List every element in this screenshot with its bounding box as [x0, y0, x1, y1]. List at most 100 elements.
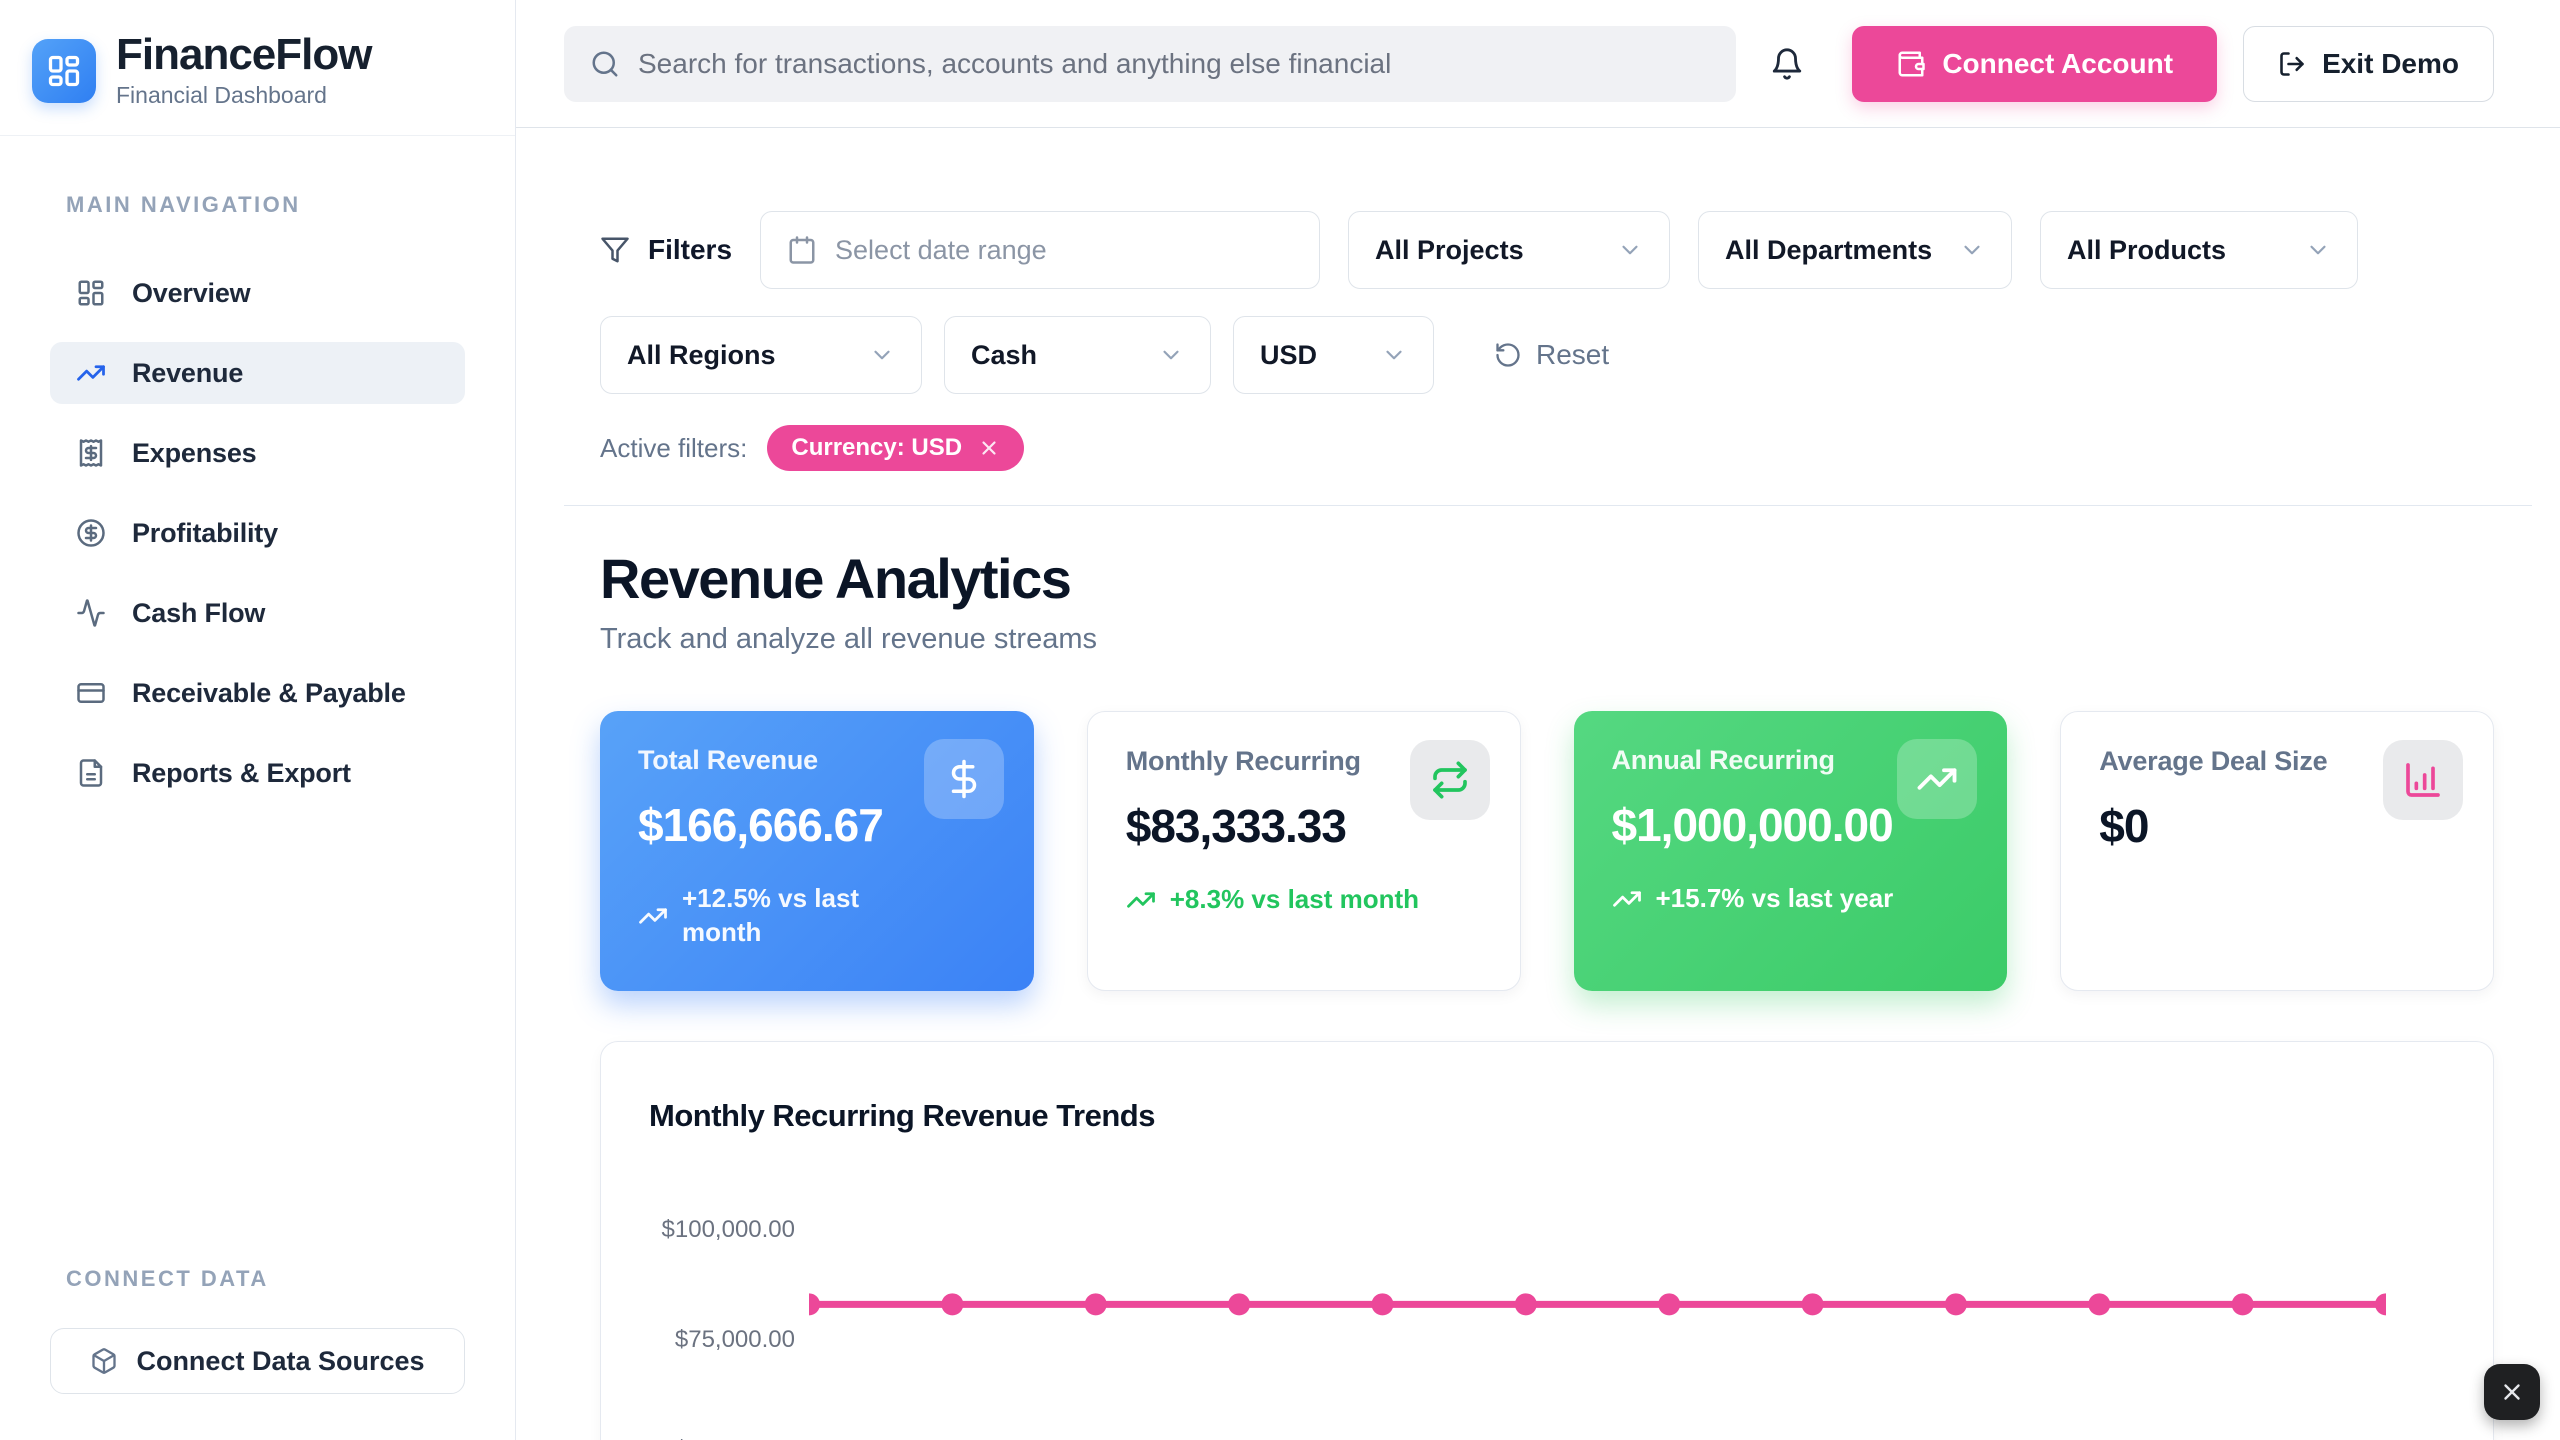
sidebar-item-label: Overview: [132, 278, 250, 309]
log-out-icon: [2278, 50, 2306, 78]
chevron-down-icon: [1381, 342, 1407, 368]
brand-block: FinanceFlow Financial Dashboard: [0, 0, 515, 136]
chevron-down-icon: [1158, 342, 1184, 368]
connect-account-label: Connect Account: [1942, 48, 2173, 80]
sidebar-item-reports-export[interactable]: Reports & Export: [50, 742, 465, 804]
reset-filters-button[interactable]: Reset: [1494, 339, 1609, 371]
sidebar-item-profitability[interactable]: Profitability: [50, 502, 465, 564]
products-select[interactable]: All Products: [2040, 211, 2358, 289]
repeat-icon: [1430, 760, 1470, 800]
connect-data-heading: CONNECT DATA: [66, 1266, 465, 1292]
active-filter-chip-currency[interactable]: Currency: USD: [767, 425, 1024, 471]
active-filters-label: Active filters:: [600, 433, 747, 464]
stat-card-monthly-recurring: Monthly Recurring $83,333.33 +8.3% vs la…: [1087, 711, 1521, 991]
mrr-chart: $100,000.00$75,000.00$50,000.00: [649, 1176, 2445, 1440]
departments-select[interactable]: All Departments: [1698, 211, 2012, 289]
nav-section-heading: MAIN NAVIGATION: [66, 192, 465, 218]
stat-change: +8.3% vs last month: [1126, 883, 1482, 917]
chevron-down-icon: [2305, 237, 2331, 263]
chip-label: Currency: USD: [791, 434, 962, 462]
y-axis-tick: $100,000.00: [649, 1216, 795, 1244]
line-data-point[interactable]: [1658, 1293, 1680, 1315]
stat-icon-box: [1897, 739, 1977, 819]
trending-up-icon: [76, 358, 106, 388]
y-axis-tick: $75,000.00: [649, 1326, 795, 1354]
main-navigation: MAIN NAVIGATION Overview Revenue Expense…: [0, 136, 515, 822]
circle-dollar-icon: [76, 518, 106, 548]
trending-up-icon: [638, 901, 668, 931]
wallet-icon: [1896, 49, 1926, 79]
line-data-point[interactable]: [1085, 1293, 1107, 1315]
filters-title: Filters: [648, 234, 732, 266]
stat-cards-row: Total Revenue $166,666.67 +12.5% vs last…: [600, 711, 2494, 991]
connect-account-button[interactable]: Connect Account: [1852, 26, 2217, 102]
line-data-point[interactable]: [941, 1293, 963, 1315]
trending-up-icon: [1612, 884, 1642, 914]
line-data-point[interactable]: [2088, 1293, 2110, 1315]
notifications-button[interactable]: [1762, 39, 1812, 89]
line-data-point[interactable]: [1945, 1293, 1967, 1315]
sidebar-bottom: CONNECT DATA Connect Data Sources: [0, 1266, 515, 1440]
chart-title: Monthly Recurring Revenue Trends: [649, 1098, 2445, 1134]
line-data-point[interactable]: [2375, 1293, 2386, 1315]
stat-icon-box: [2383, 740, 2463, 820]
page-content: Filters All Projects All Departments: [516, 128, 2560, 1440]
sidebar-item-label: Receivable & Payable: [132, 678, 406, 709]
currency-select[interactable]: USD: [1233, 316, 1434, 394]
stat-change-text: +15.7% vs last year: [1656, 882, 1894, 916]
floating-close-button[interactable]: [2484, 1364, 2540, 1420]
line-data-point[interactable]: [809, 1293, 820, 1315]
sidebar-item-revenue[interactable]: Revenue: [50, 342, 465, 404]
mrr-line-plot[interactable]: [809, 1176, 2386, 1440]
filters-title-block: Filters: [600, 234, 732, 266]
stat-change-text: +8.3% vs last month: [1170, 883, 1419, 917]
line-data-point[interactable]: [1515, 1293, 1537, 1315]
projects-select-value: All Projects: [1375, 235, 1524, 266]
date-range-input[interactable]: [835, 235, 1293, 266]
dashboard-icon: [76, 278, 106, 308]
chevron-down-icon: [1617, 237, 1643, 263]
sidebar-item-label: Reports & Export: [132, 758, 351, 789]
rotate-ccw-icon: [1494, 341, 1522, 369]
sidebar-item-receivable-payable[interactable]: Receivable & Payable: [50, 662, 465, 724]
mrr-trends-card: Monthly Recurring Revenue Trends $100,00…: [600, 1041, 2494, 1440]
trending-up-icon: [1916, 758, 1958, 800]
sidebar-item-expenses[interactable]: Expenses: [50, 422, 465, 484]
line-data-point[interactable]: [1371, 1293, 1393, 1315]
payment-method-select[interactable]: Cash: [944, 316, 1211, 394]
funnel-icon: [600, 235, 630, 265]
app-subtitle: Financial Dashboard: [116, 82, 371, 109]
stat-card-average-deal-size: Average Deal Size $0: [2060, 711, 2494, 991]
credit-card-icon: [76, 678, 106, 708]
sidebar-item-cash-flow[interactable]: Cash Flow: [50, 582, 465, 644]
connect-data-sources-label: Connect Data Sources: [136, 1346, 424, 1377]
sidebar-item-label: Profitability: [132, 518, 278, 549]
stat-card-annual-recurring: Annual Recurring $1,000,000.00 +15.7% vs…: [1574, 711, 2008, 991]
search-input[interactable]: [638, 48, 1710, 80]
stat-change: +12.5% vs last month: [638, 882, 996, 950]
bell-icon: [1770, 47, 1804, 81]
dashboard-grid-icon: [46, 53, 82, 89]
payment-method-select-value: Cash: [971, 340, 1037, 371]
line-data-point[interactable]: [1228, 1293, 1250, 1315]
close-icon[interactable]: [978, 437, 1000, 459]
package-icon: [90, 1347, 118, 1375]
exit-demo-button[interactable]: Exit Demo: [2243, 26, 2494, 102]
page-title: Revenue Analytics: [600, 546, 2494, 611]
regions-select[interactable]: All Regions: [600, 316, 922, 394]
file-text-icon: [76, 758, 106, 788]
sidebar-item-overview[interactable]: Overview: [50, 262, 465, 324]
line-data-point[interactable]: [1802, 1293, 1824, 1315]
dollar-sign-icon: [943, 758, 985, 800]
exit-demo-label: Exit Demo: [2322, 48, 2459, 80]
connect-data-sources-button[interactable]: Connect Data Sources: [50, 1328, 465, 1394]
calendar-icon: [787, 235, 817, 265]
line-data-point[interactable]: [2232, 1293, 2254, 1315]
date-range-field[interactable]: [760, 211, 1320, 289]
projects-select[interactable]: All Projects: [1348, 211, 1670, 289]
sidebar-item-label: Expenses: [132, 438, 256, 469]
filters-row-1: Filters All Projects All Departments: [600, 211, 2494, 289]
chevron-down-icon: [869, 342, 895, 368]
sidebar-item-label: Revenue: [132, 358, 243, 389]
currency-select-value: USD: [1260, 340, 1317, 371]
